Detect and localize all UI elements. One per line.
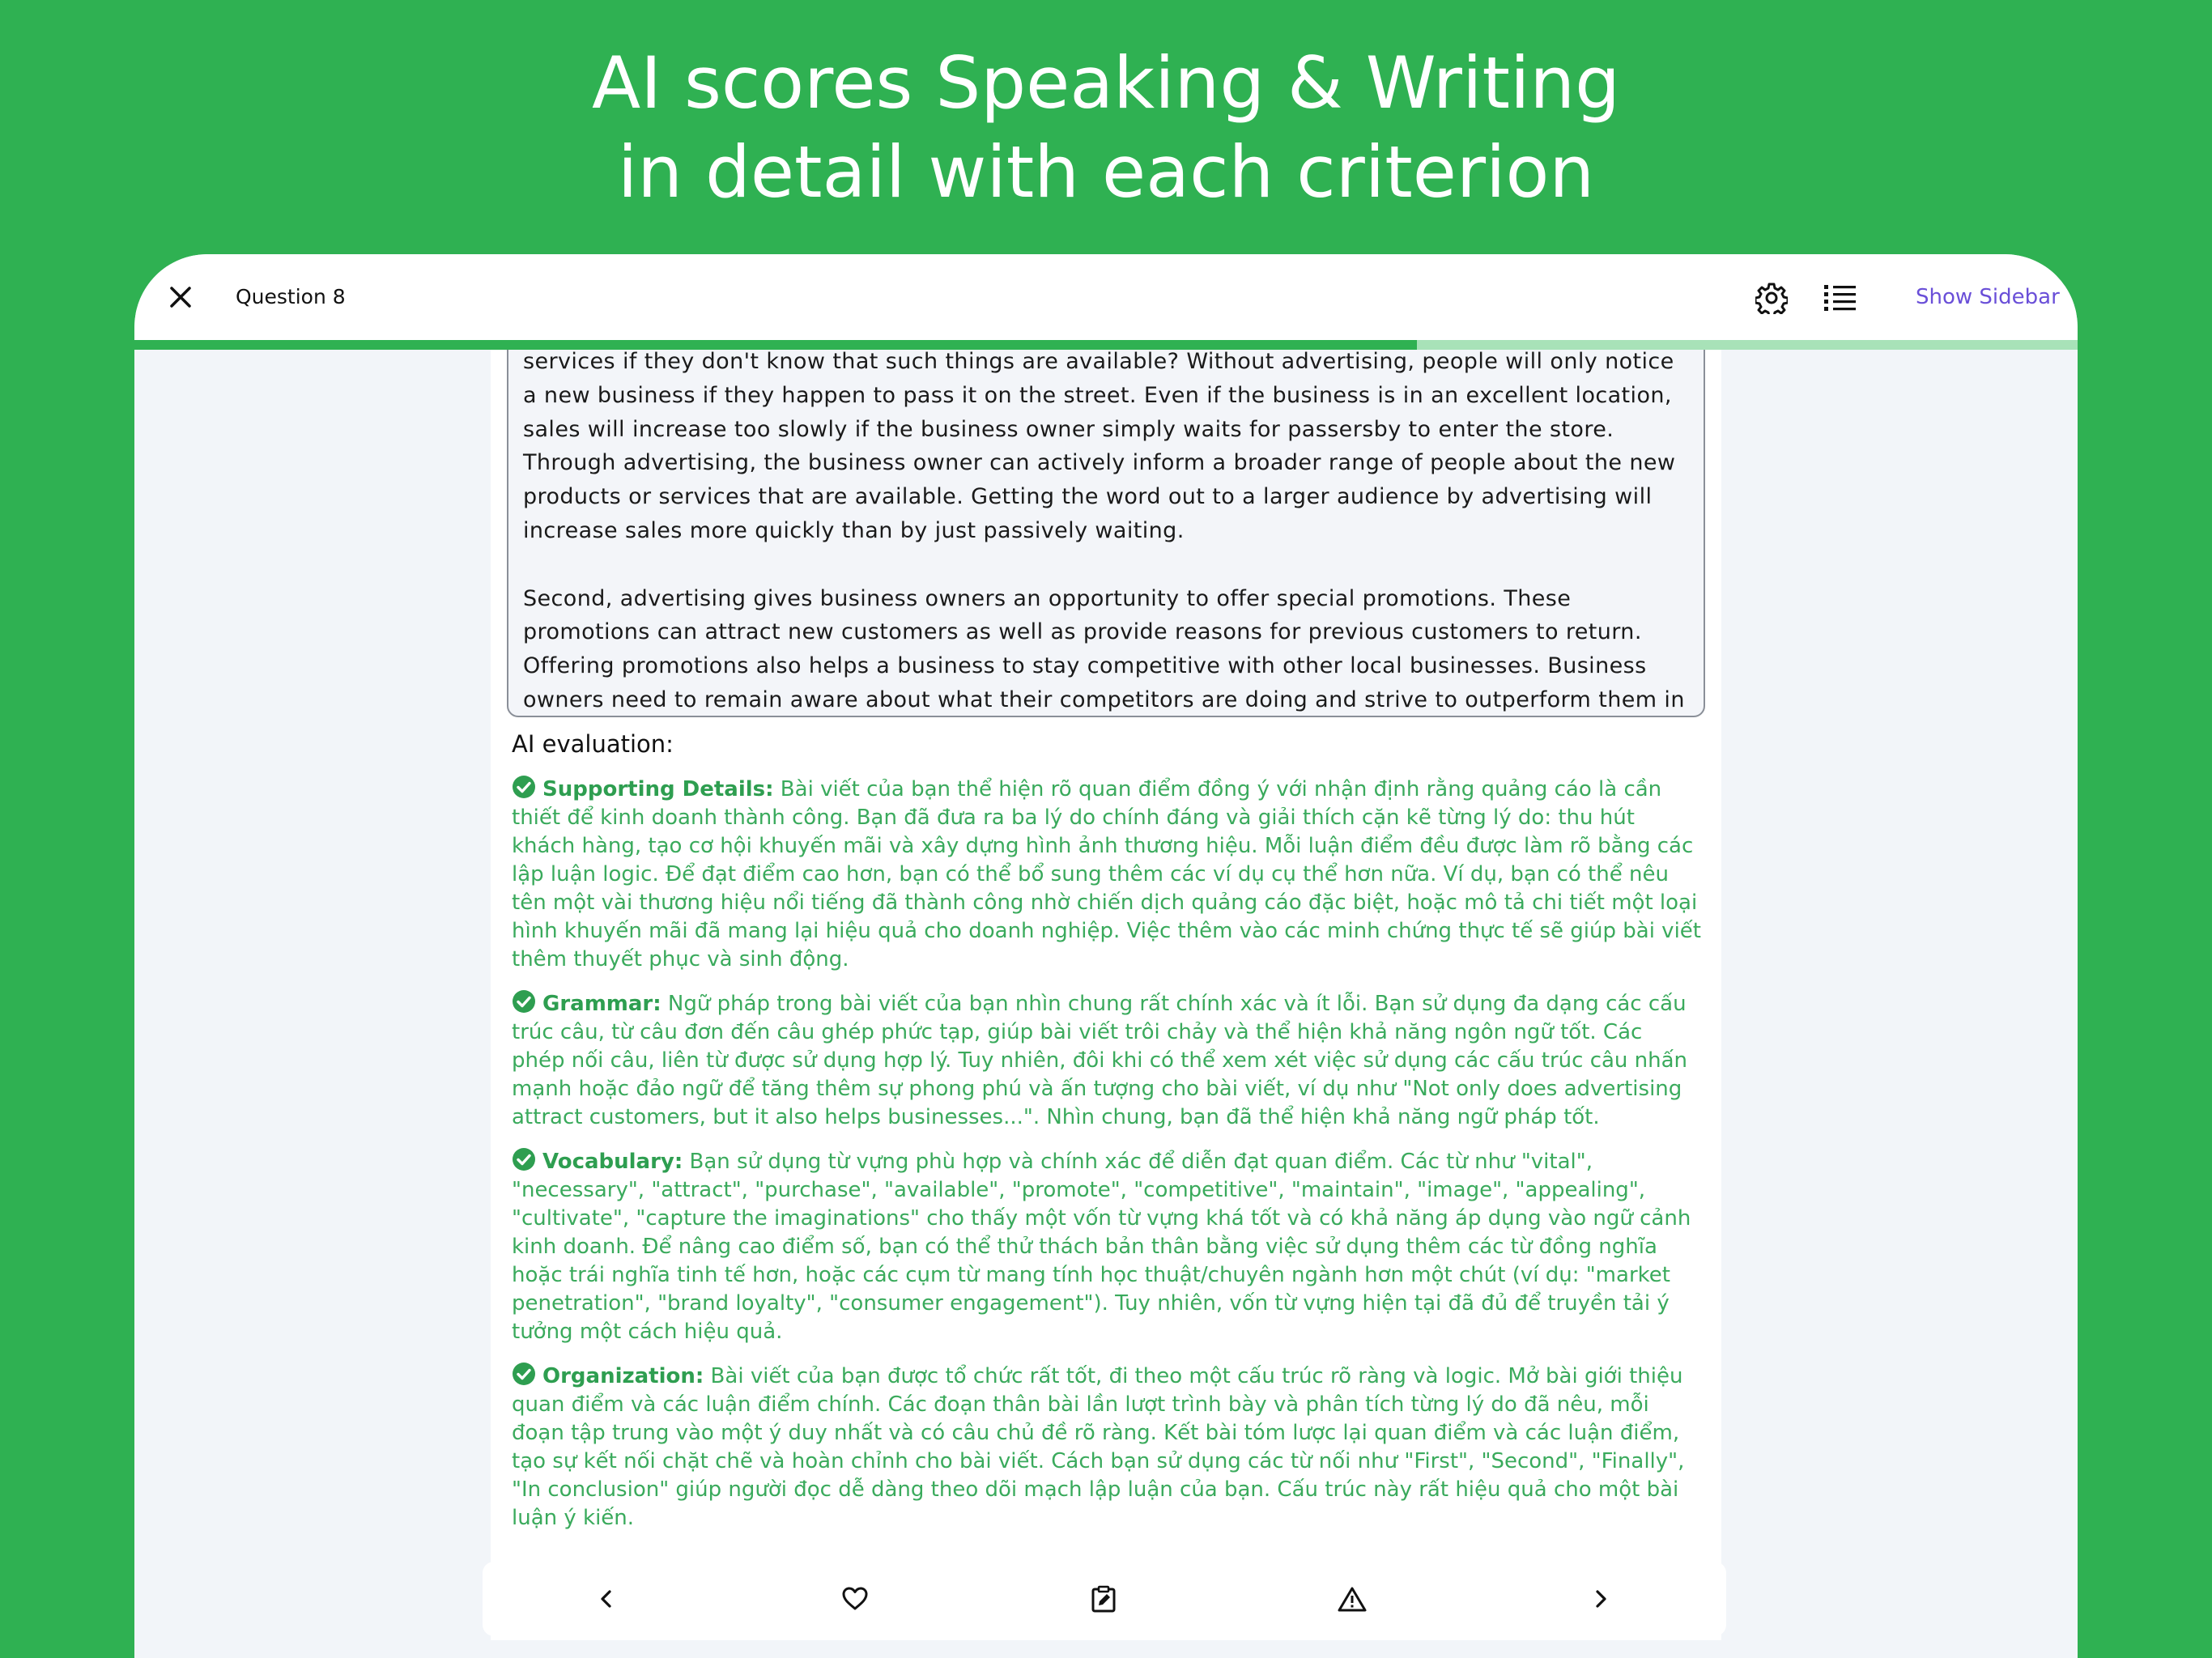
criterion-name: Organization: (542, 1364, 704, 1388)
check-circle-icon (513, 1363, 535, 1385)
content-panel[interactable]: services if they don't know that such th… (491, 350, 1721, 1640)
warning-icon (1338, 1587, 1367, 1612)
criterion-text: Bài viết của bạn thể hiện rõ quan điểm đ… (512, 777, 1701, 971)
show-sidebar-button[interactable]: Show Sidebar (1916, 285, 2060, 309)
essay-text-box[interactable]: services if they don't know that such th… (507, 350, 1705, 717)
app-window: Question 8 Show Sidebar services if they… (134, 254, 2078, 1658)
criterion-name: Supporting Details: (542, 777, 774, 801)
top-bar: Question 8 Show Sidebar (134, 254, 2078, 340)
chevron-right-icon (1596, 1590, 1606, 1608)
essay-paragraph: services if they don't know that such th… (523, 350, 1676, 543)
criterion-name: Grammar: (542, 992, 661, 1016)
progress-bar (134, 340, 2078, 350)
criterion-text: Bài viết của bạn được tổ chức rất tốt, đ… (512, 1364, 1685, 1530)
criterion-organization: Organization: Bài viết của bạn được tổ c… (512, 1362, 1702, 1533)
close-button[interactable] (159, 275, 202, 319)
criterion-name: Vocabulary: (542, 1150, 683, 1174)
promo-headline: AI scores Speaking & Writing in detail w… (0, 39, 2212, 217)
favorite-button[interactable] (836, 1579, 874, 1618)
criterion-supporting-details: Supporting Details: Bài viết của bạn thể… (512, 775, 1702, 974)
question-list-button[interactable] (1820, 278, 1859, 317)
heart-icon (842, 1587, 868, 1610)
question-title: Question 8 (236, 285, 346, 308)
next-button[interactable] (1581, 1579, 1620, 1618)
essay-paragraph: Second, advertising gives business owner… (523, 585, 1685, 712)
edit-note-icon (1091, 1585, 1116, 1613)
check-circle-icon (513, 990, 535, 1013)
progress-fill (134, 340, 1417, 350)
settings-button[interactable] (1752, 278, 1791, 317)
criterion-text: Ngữ pháp trong bài viết của bạn nhìn chu… (512, 992, 1688, 1129)
report-button[interactable] (1333, 1579, 1372, 1618)
numbered-list-icon (1824, 285, 1856, 311)
evaluation-criteria-list: Supporting Details: Bài viết của bạn thể… (512, 775, 1702, 1548)
close-icon (170, 287, 191, 308)
headline-line-2: in detail with each criterion (617, 130, 1595, 214)
check-circle-icon (513, 1148, 535, 1171)
check-circle-icon (513, 776, 535, 798)
previous-button[interactable] (587, 1579, 626, 1618)
gear-icon (1755, 283, 1788, 314)
criterion-grammar: Grammar: Ngữ pháp trong bài viết của bạn… (512, 989, 1702, 1132)
criterion-text: Bạn sử dụng từ vựng phù hợp và chính xác… (512, 1150, 1691, 1344)
bottom-navigation-bar (483, 1562, 1726, 1636)
ai-evaluation-heading: AI evaluation: (512, 730, 674, 758)
note-button[interactable] (1084, 1579, 1123, 1618)
chevron-left-icon (601, 1590, 611, 1608)
headline-line-1: AI scores Speaking & Writing (591, 41, 1621, 125)
criterion-vocabulary: Vocabulary: Bạn sử dụng từ vựng phù hợp … (512, 1147, 1702, 1346)
